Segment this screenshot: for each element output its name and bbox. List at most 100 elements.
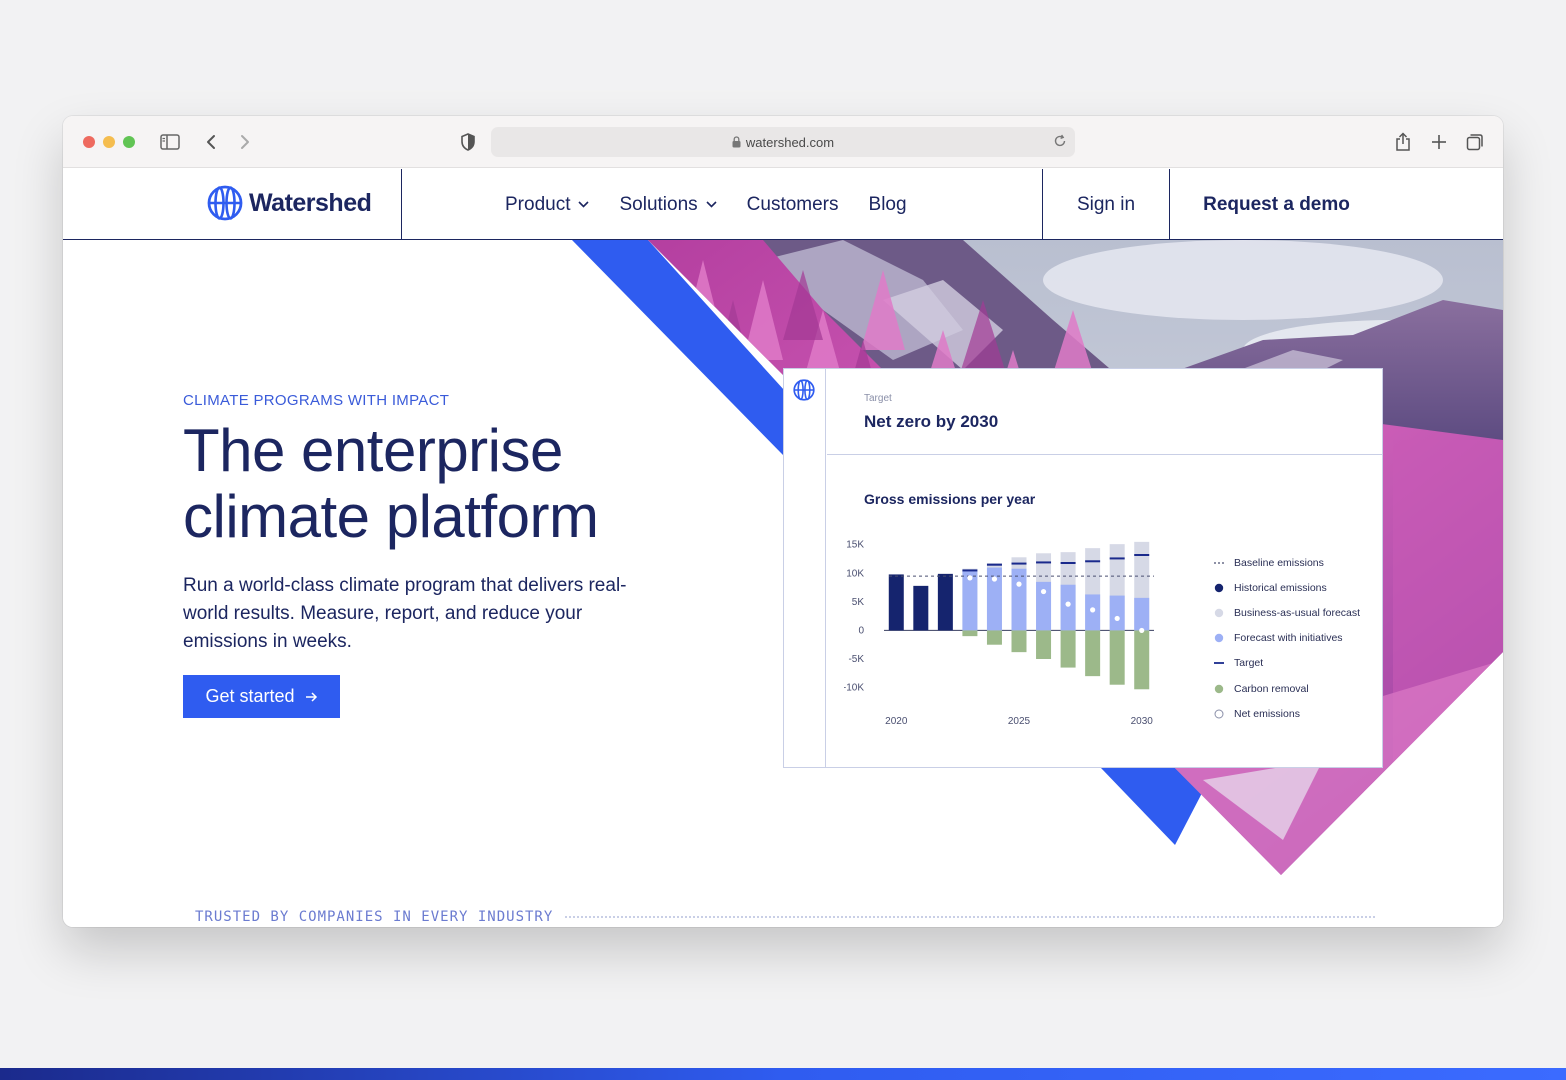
hero-headline: The enterprise climate platform [183, 417, 599, 550]
carbon-removal-bar [1011, 630, 1027, 653]
legend-swatch [1214, 633, 1224, 643]
nav-divider [401, 169, 402, 240]
net-emissions-point [1090, 607, 1096, 613]
y-tick-label: 5K [852, 597, 865, 608]
sidebar-toggle-icon[interactable] [160, 132, 180, 152]
legend-item-baseline: Baseline emissions [1214, 550, 1360, 575]
address-bar[interactable]: watershed.com [491, 127, 1075, 157]
legend-swatch [1214, 658, 1224, 668]
get-started-label: Get started [205, 686, 295, 706]
chevron-down-icon [578, 201, 590, 208]
get-started-button[interactable]: Get started [183, 675, 340, 718]
headline-line-2: climate platform [183, 483, 599, 550]
dotted-divider [565, 916, 1375, 918]
forecast-initiatives-bar [1109, 595, 1125, 631]
trusted-row: TRUSTED BY COMPANIES IN EVERY INDUSTRY [195, 907, 1375, 927]
net-emissions-point [1040, 588, 1047, 595]
chart-title: Gross emissions per year [864, 491, 1036, 507]
nav-customers[interactable]: Customers [747, 194, 839, 216]
url-text: watershed.com [745, 134, 835, 150]
primary-nav: Product Solutions Customers Blog [505, 169, 907, 240]
legend-label: Historical emissions [1234, 581, 1327, 594]
emissions-chart: 15K 10K 5K 0 -5K -10K 2020 2025 2030 [844, 540, 1154, 727]
nav-product[interactable]: Product [505, 193, 590, 216]
historical-bar [937, 573, 953, 631]
share-icon[interactable] [1393, 132, 1413, 152]
maximize-window-button[interactable] [123, 136, 135, 148]
legend-item-carbon-removal: Carbon removal [1214, 676, 1360, 701]
historical-bar [888, 574, 904, 631]
carbon-removal-bar [1085, 630, 1101, 677]
arrow-right-icon [305, 691, 317, 702]
hero-eyebrow: CLIMATE PROGRAMS WITH IMPACT [183, 392, 450, 409]
carbon-removal-bar [1036, 630, 1052, 659]
y-tick-label: -10K [844, 683, 864, 694]
globe-icon [793, 379, 815, 401]
legend-swatch [1214, 608, 1224, 618]
nav-customers-label: Customers [746, 193, 839, 215]
browser-toolbar: watershed.com [63, 116, 1503, 168]
x-tick-label: 2030 [1131, 716, 1154, 727]
net-emissions-point [1016, 581, 1022, 587]
nav-solutions[interactable]: Solutions [619, 193, 717, 216]
legend-item-target: Target [1214, 651, 1360, 676]
carbon-removal-bar [1060, 630, 1076, 668]
legend-swatch [1214, 684, 1224, 694]
emissions-card: Target Net zero by 2030 Gross emissions … [783, 368, 1383, 768]
nav-blog[interactable]: Blog [869, 194, 907, 216]
net-emissions-point [1139, 627, 1145, 634]
sign-in-link[interactable]: Sign in [1043, 169, 1169, 240]
net-emissions-point [1114, 615, 1120, 622]
request-demo-link[interactable]: Request a demo [1170, 169, 1383, 240]
carbon-removal-bar [1109, 630, 1125, 685]
legend-item-forecast-with-initiatives: Forecast with initiatives [1214, 626, 1360, 651]
nav-solutions-label: Solutions [619, 193, 698, 215]
legend-swatch [1214, 558, 1224, 568]
watershed-logo[interactable]: Watershed [207, 185, 372, 221]
nav-blog-label: Blog [868, 193, 907, 215]
lock-icon [732, 136, 741, 148]
headline-line-1: The enterprise [183, 417, 563, 484]
privacy-shield-icon[interactable] [458, 132, 478, 152]
bottom-gradient-bar [0, 1068, 1566, 1080]
hero-section: CLIMATE PROGRAMS WITH IMPACT The enterpr… [63, 240, 1503, 927]
historical-bar [913, 585, 929, 631]
legend-label: Target [1234, 657, 1264, 670]
legend-label: Carbon removal [1234, 682, 1309, 695]
chart-legend: Baseline emissions Historical emissions Bu… [1214, 550, 1360, 726]
tab-overview-icon[interactable] [1465, 132, 1485, 152]
forecast-initiatives-bar [1134, 597, 1150, 631]
forward-icon[interactable] [235, 132, 255, 152]
x-tick-label: 2025 [1008, 716, 1031, 727]
reload-icon[interactable] [1053, 134, 1067, 151]
nav-product-label: Product [505, 193, 571, 215]
carbon-removal-bar [1134, 630, 1150, 690]
y-tick-label: 15K [846, 540, 864, 551]
new-tab-icon[interactable] [1429, 132, 1449, 152]
x-tick-label: 2020 [885, 716, 908, 727]
site-header: Watershed Product Solutions Customers Bl… [63, 169, 1503, 240]
minimize-window-button[interactable] [103, 136, 115, 148]
legend-item-historical: Historical emissions [1214, 575, 1360, 600]
legend-label: Net emissions [1234, 707, 1300, 720]
chevron-down-icon [706, 201, 717, 208]
legend-swatch [1214, 709, 1224, 719]
target-label: Target [864, 393, 892, 404]
forecast-initiatives-bar [1060, 584, 1076, 631]
globe-logo-icon [207, 185, 243, 221]
back-icon[interactable] [201, 132, 221, 152]
forecast-initiatives-bar [1011, 568, 1027, 631]
card-sidebar-rail [784, 369, 826, 767]
carbon-removal-bar [962, 630, 978, 637]
y-tick-label: 10K [846, 568, 864, 579]
legend-label: Business-as-usual forecast [1234, 606, 1361, 619]
card-header: Target Net zero by 2030 [827, 369, 1382, 455]
y-tick-label: 0 [858, 625, 864, 636]
legend-item-bau-forecast: Business-as-usual forecast [1214, 600, 1360, 625]
target-title: Net zero by 2030 [864, 412, 999, 431]
carbon-removal-bar [986, 630, 1002, 645]
legend-swatch [1214, 583, 1224, 593]
logo-wordmark: Watershed [249, 188, 372, 217]
close-window-button[interactable] [83, 136, 95, 148]
trusted-caption: TRUSTED BY COMPANIES IN EVERY INDUSTRY [195, 909, 554, 925]
